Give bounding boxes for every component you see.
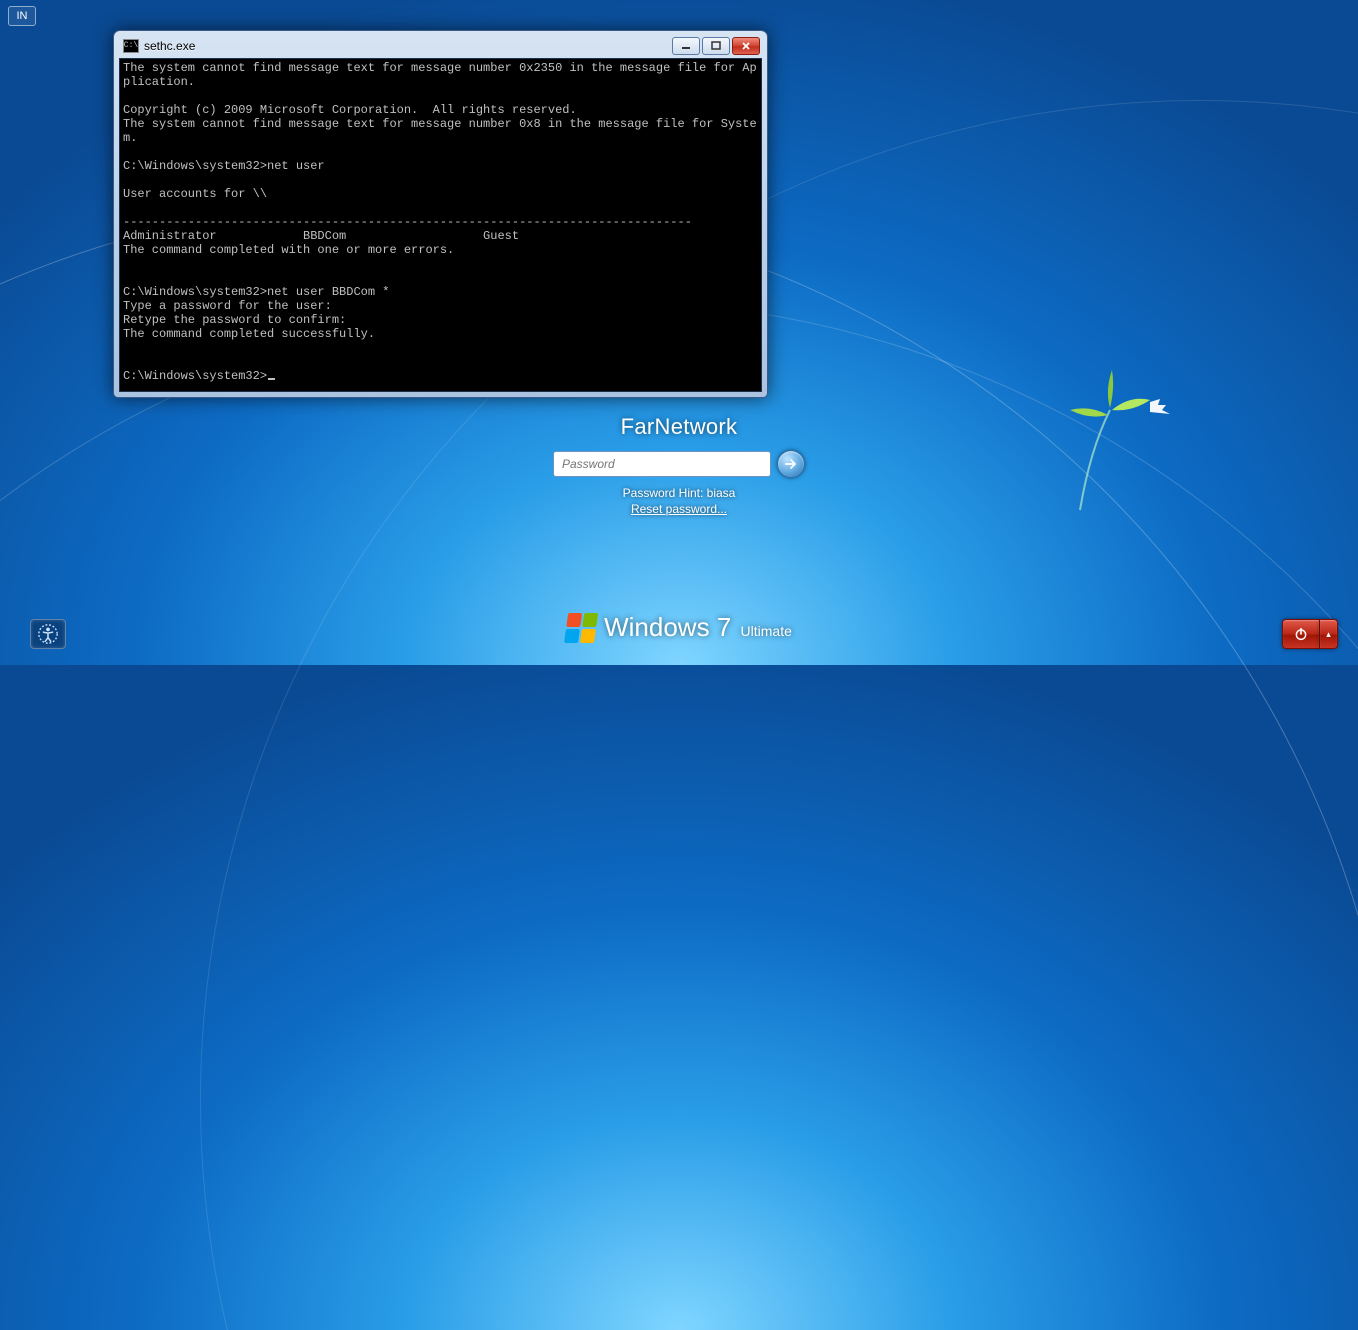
decorative-plant [1020,360,1220,520]
close-button[interactable] [732,37,760,55]
chevron-up-icon: ▴ [1326,629,1331,640]
username-label: FarNetwork [621,414,738,440]
password-hint: Password Hint: biasa [623,486,736,500]
command-prompt-window: C:\ sethc.exe The system cannot find mes… [113,30,768,398]
language-indicator[interactable]: IN [8,6,36,26]
window-titlebar[interactable]: C:\ sethc.exe [119,36,762,58]
submit-button[interactable] [777,450,805,478]
windows-branding: Windows 7 Ultimate [566,612,792,643]
shutdown-button[interactable] [1282,619,1320,649]
power-icon [1293,626,1309,642]
minimize-button[interactable] [672,37,700,55]
ease-of-access-button[interactable] [30,619,66,649]
arrow-right-icon [783,456,799,472]
accessibility-icon [37,623,59,645]
windows-logo-icon [564,613,598,643]
power-options-arrow[interactable]: ▴ [1320,619,1338,649]
window-title: sethc.exe [144,39,672,53]
maximize-button[interactable] [702,37,730,55]
cmd-icon: C:\ [123,39,139,53]
reset-password-link[interactable]: Reset password... [631,502,727,516]
login-area: FarNetwork Password Hint: biasa Reset pa… [553,414,805,516]
power-button-group: ▴ [1282,619,1338,649]
terminal-output[interactable]: The system cannot find message text for … [119,58,762,392]
password-input[interactable] [553,451,771,477]
